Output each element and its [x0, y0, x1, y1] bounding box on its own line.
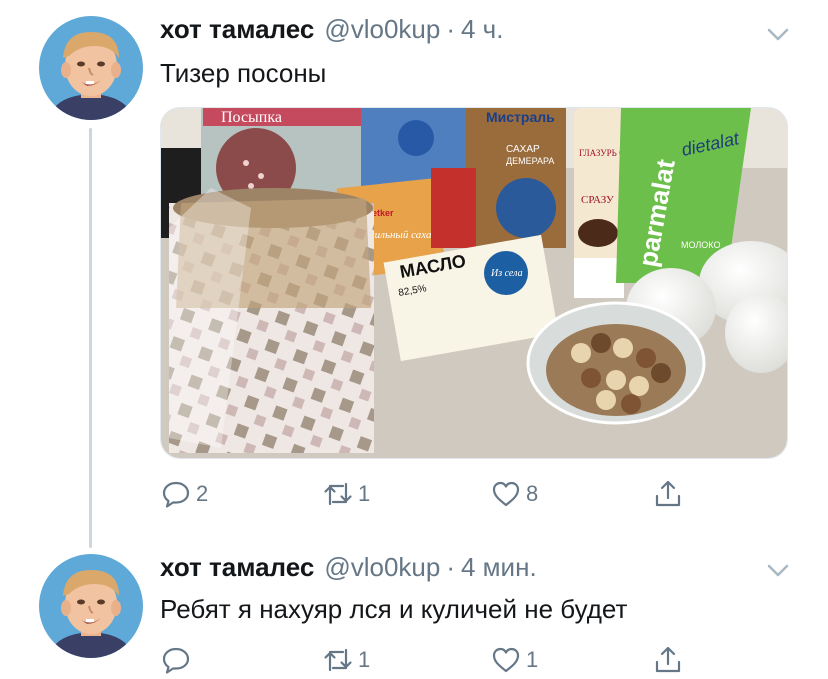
like-count: 1 — [526, 647, 539, 672]
reply-icon — [162, 481, 190, 508]
separator-dot: · — [446, 552, 455, 582]
reply-count: 2 — [196, 481, 209, 506]
avatar[interactable] — [39, 16, 143, 120]
share-button[interactable] — [652, 640, 684, 679]
tweet-text: Ребят я нахуяр лся и куличей не будет — [160, 594, 628, 624]
tweet-actions: 2 1 8 — [160, 474, 720, 514]
heart-icon — [492, 647, 520, 673]
tweet-actions: 1 1 — [160, 640, 720, 679]
retweet-button[interactable]: 1 — [322, 640, 370, 679]
retweet-count: 1 — [358, 481, 371, 506]
chevron-down-icon[interactable] — [764, 20, 792, 48]
retweet-icon — [324, 482, 352, 506]
retweet-icon — [324, 648, 352, 672]
avatar-image — [39, 16, 143, 120]
share-icon — [655, 646, 681, 673]
like-button[interactable]: 1 — [490, 640, 538, 679]
box-label-sugar: САХАР — [506, 144, 540, 155]
carton-label-milk: МОЛОКО — [681, 240, 720, 250]
avatar[interactable] — [39, 554, 143, 658]
heart-icon — [492, 481, 520, 507]
reply-icon — [162, 647, 190, 674]
share-button[interactable] — [652, 474, 684, 514]
tweet-header: хот тамалес @vlo0kup · 4 мин. — [160, 552, 537, 588]
author-handle[interactable]: @vlo0kup — [324, 552, 440, 583]
author-handle[interactable]: @vlo0kup — [324, 14, 440, 45]
tweet-timestamp[interactable]: 4 мин. — [461, 552, 537, 583]
tube-label-srazu: СРАЗУ — [581, 194, 614, 206]
thread-connector-line — [89, 128, 92, 548]
share-icon — [655, 480, 681, 507]
tweet-header: хот тамалес @vlo0kup · 4 ч. — [160, 14, 503, 50]
reply-button[interactable] — [160, 640, 196, 679]
box-label-mistral: Мистраль — [486, 109, 555, 125]
author-name[interactable]: хот тамалес — [160, 552, 314, 583]
box-label-sprinkles: Посыпка — [221, 109, 282, 126]
author-name[interactable]: хот тамалес — [160, 14, 314, 45]
retweet-button[interactable]: 1 — [322, 474, 370, 514]
separator-dot: · — [446, 14, 455, 44]
like-count: 8 — [526, 481, 539, 506]
box-label-demerara: ДЕМЕРАРА — [506, 156, 554, 166]
reply-button[interactable]: 2 — [160, 474, 208, 514]
butter-brand: Из села — [490, 268, 523, 279]
photo-groceries: Посыпка Мистраль САХАР ДЕМЕРАРА Dr.Oetke… — [161, 108, 787, 458]
tweet-photo[interactable]: Посыпка Мистраль САХАР ДЕМЕРАРА Dr.Oetke… — [160, 107, 788, 459]
like-button[interactable]: 8 — [490, 474, 538, 514]
tweet-timestamp[interactable]: 4 ч. — [461, 14, 503, 45]
avatar-image — [39, 554, 143, 658]
retweet-count: 1 — [358, 647, 371, 672]
tweet-text: Тизер посоны — [160, 58, 327, 88]
chevron-down-icon[interactable] — [764, 556, 792, 584]
